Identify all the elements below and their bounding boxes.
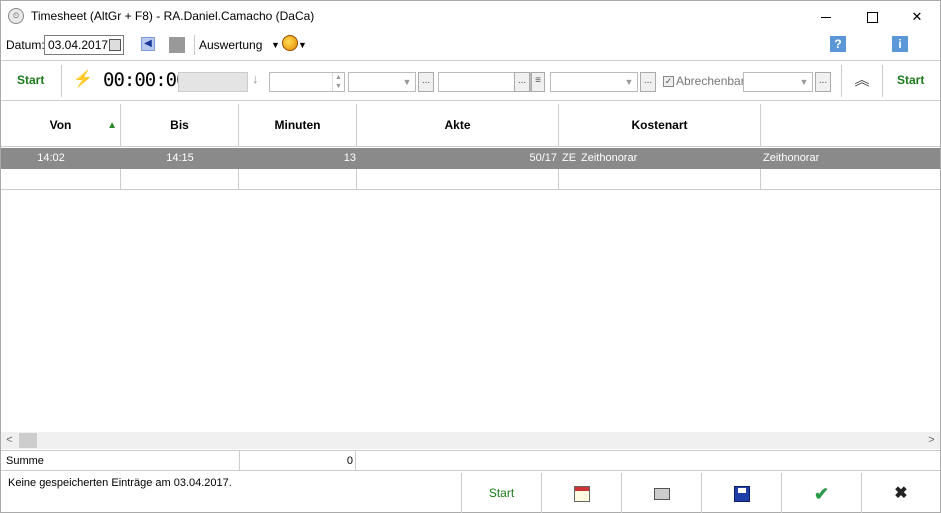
sort-ascending-icon: ▲	[107, 120, 117, 131]
info-icon[interactable]: i	[892, 36, 908, 52]
auswertung-dropdown-icon[interactable]: ▼	[271, 40, 280, 50]
chevron-down-icon[interactable]: ▼	[399, 73, 415, 91]
collapse-up-icon[interactable]: ︽	[852, 71, 872, 91]
chevron-down-icon[interactable]: ▼	[621, 73, 637, 91]
calendar-button[interactable]	[541, 473, 621, 513]
save-button[interactable]	[701, 473, 781, 513]
start-button-bottom[interactable]: Start	[461, 473, 541, 513]
people-report-icon[interactable]	[282, 35, 298, 51]
close-window-button[interactable]: ✕	[894, 1, 940, 32]
previous-day-button[interactable]: ◀	[141, 37, 155, 51]
timer-input[interactable]	[178, 72, 248, 92]
calendar-icon[interactable]	[109, 39, 121, 51]
minimize-button[interactable]	[803, 1, 849, 32]
cell-bis: 14:15	[166, 152, 194, 164]
scrollbar-thumb[interactable]	[19, 433, 37, 448]
cell-extra: Zeithonorar	[763, 152, 820, 164]
akte-lookup-button[interactable]: ...	[418, 72, 434, 92]
toolbar-divider	[882, 65, 883, 97]
date-toolbar: Datum: 03.04.2017 ◀ Auswertung ▼ ▼ ? i	[1, 32, 940, 58]
report-dropdown-icon[interactable]: ▼	[298, 40, 307, 50]
auswertung-menu[interactable]: Auswertung	[199, 38, 262, 52]
close-icon: ✖	[894, 484, 908, 502]
summe-minuten: 0	[239, 451, 356, 471]
floppy-disk-icon	[733, 485, 750, 502]
summary-row: Summe 0	[1, 450, 940, 471]
timer-entry-bar: Start ⚡ 00:00:00 ↓ ▲ ▼ ▼ ... ... ≡ ▼ ... …	[1, 60, 940, 101]
status-message: Keine gespeicherten Einträge am 03.04.20…	[8, 477, 232, 489]
start-button-left[interactable]: Start	[17, 73, 44, 87]
kostenart-combo[interactable]: ▼	[550, 72, 638, 92]
toolbar-divider	[194, 35, 195, 55]
scroll-right-icon[interactable]: >	[923, 432, 940, 449]
horizontal-scrollbar[interactable]: < >	[1, 432, 940, 449]
maximize-button[interactable]	[849, 1, 895, 32]
kostenart-lookup-button[interactable]: ...	[640, 72, 656, 92]
cell-extra-empty[interactable]	[761, 169, 940, 190]
extra-combo[interactable]: ▼	[743, 72, 813, 92]
toolbar-divider	[841, 65, 842, 97]
printer-icon	[653, 487, 670, 500]
scroll-left-icon[interactable]: <	[1, 432, 18, 449]
akte-combo[interactable]: ▼	[348, 72, 416, 92]
cell-von: 14:02	[37, 152, 65, 164]
summe-label: Summe	[6, 455, 44, 467]
arrow-down-icon: ↓	[252, 71, 259, 86]
start-button-right[interactable]: Start	[897, 73, 924, 87]
datum-label: Datum:	[6, 38, 45, 52]
cell-minuten: 13	[343, 152, 356, 164]
cell-bis-empty[interactable]	[121, 169, 239, 190]
print-button[interactable]	[621, 473, 701, 513]
chevron-down-icon[interactable]: ▼	[796, 73, 812, 91]
cell-minuten-empty[interactable]	[239, 169, 357, 190]
toolbar-divider	[61, 65, 62, 97]
timesheet-grid: Von ▲ Bis Minuten Akte Kostenart 14:02 1…	[1, 104, 940, 434]
table-row-new[interactable]	[1, 169, 940, 190]
grid-header: Von ▲ Bis Minuten Akte Kostenart	[1, 104, 940, 147]
bottom-bar: Keine gespeicherten Einträge am 03.04.20…	[1, 473, 940, 513]
help-icon[interactable]: ?	[830, 36, 846, 52]
cell-kostenart-empty[interactable]	[559, 169, 761, 190]
cell-kostenart: Zeithonorar	[581, 152, 638, 164]
akte-field-lookup-button[interactable]: ...	[514, 72, 530, 92]
title-bar: ⏲ Timesheet (AltGr + F8) - RA.Daniel.Cam…	[1, 1, 940, 32]
datum-field[interactable]: 03.04.2017	[44, 35, 124, 55]
timesheet-window: ⏲ Timesheet (AltGr + F8) - RA.Daniel.Cam…	[0, 0, 941, 513]
column-header-akte[interactable]: Akte	[357, 104, 559, 147]
column-header-von[interactable]: Von ▲	[1, 104, 121, 147]
spinner-arrows-icon[interactable]: ▲ ▼	[332, 73, 344, 91]
minutes-spinner[interactable]: ▲ ▼	[269, 72, 345, 92]
cell-kostenart-code: ZE	[562, 152, 577, 164]
cell-akte: 50/17	[529, 152, 557, 164]
cell-von-empty[interactable]	[1, 169, 121, 190]
column-header-minuten[interactable]: Minuten	[239, 104, 357, 147]
extra-lookup-button[interactable]: ...	[815, 72, 831, 92]
stopwatch-icon[interactable]: ⚡	[73, 71, 93, 89]
abrechenbar-label: Abrechenbar	[676, 74, 745, 88]
list-icon[interactable]: ≡	[531, 72, 545, 92]
cell-akte-empty[interactable]	[357, 169, 559, 190]
column-header-kostenart[interactable]: Kostenart	[559, 104, 761, 147]
column-header-bis[interactable]: Bis	[121, 104, 239, 147]
abrechenbar-checkbox[interactable]: ✓	[663, 76, 674, 87]
timesheet-app-icon: ⏲	[8, 8, 24, 24]
datum-value: 03.04.2017	[48, 38, 109, 52]
column-header-extra[interactable]	[761, 104, 940, 147]
stop-button[interactable]	[169, 37, 185, 53]
checkmark-icon: ✔	[813, 483, 830, 504]
ok-button[interactable]: ✔	[781, 473, 861, 513]
cancel-button[interactable]: ✖	[861, 473, 940, 513]
window-title: Timesheet (AltGr + F8) - RA.Daniel.Camac…	[31, 9, 315, 23]
timer-display: 00:00:00	[103, 69, 188, 91]
table-row[interactable]: 14:02 14:15 13 50/17 ZE Zeithonorar Zeit…	[1, 148, 940, 169]
calendar-icon	[573, 485, 590, 502]
